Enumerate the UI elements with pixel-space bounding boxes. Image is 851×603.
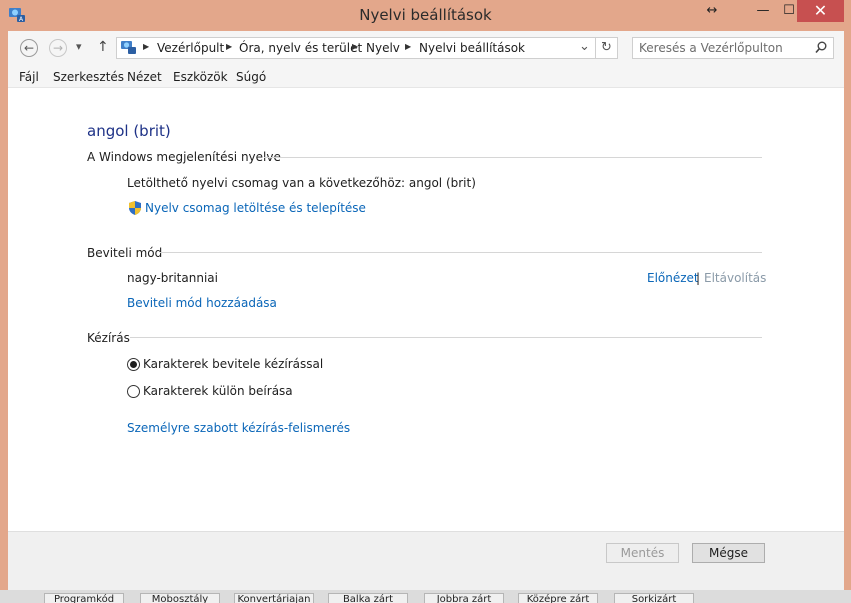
search-icon[interactable]	[815, 41, 827, 57]
resize-icon[interactable]: ↔	[700, 0, 724, 22]
content-frame: ← → ▾ ↑ ▶ Vezérlőpult ▶ Óra, nyelv és te…	[8, 31, 844, 590]
radio-label-freeform[interactable]: Karakterek bevitele kézírással	[143, 357, 323, 371]
background-task-item: Jobbra zárt	[424, 593, 504, 603]
input-method-section-title: Beviteli mód	[87, 246, 163, 260]
address-dropdown-icon[interactable]: ⌄	[579, 39, 590, 54]
menu-item-edit[interactable]: Szerkesztés	[53, 70, 124, 84]
preview-link[interactable]: Előnézet	[647, 271, 699, 285]
radio-single-character[interactable]	[127, 385, 140, 398]
close-button[interactable]: ✕	[797, 0, 844, 22]
background-task-item: Programkód	[44, 593, 124, 603]
breadcrumb-separator: ▶	[143, 42, 150, 51]
back-button[interactable]: ←	[20, 39, 38, 57]
add-input-method-link[interactable]: Beviteli mód hozzáadása	[127, 296, 277, 310]
address-input[interactable]: ▶ Vezérlőpult ▶ Óra, nyelv és terület ▶ …	[116, 37, 596, 59]
background-task-item: Mobosztály	[140, 593, 220, 603]
breadcrumb-item-language-options[interactable]: Nyelvi beállítások	[419, 41, 525, 55]
remove-link[interactable]: Eltávolítás	[704, 271, 766, 285]
forward-button[interactable]: →	[49, 39, 67, 57]
breadcrumb-item-clock-language-region[interactable]: Óra, nyelv és terület	[239, 41, 362, 55]
section-divider	[130, 337, 762, 338]
breadcrumb-separator: ▶	[352, 42, 359, 51]
page-title: angol (brit)	[87, 122, 171, 140]
handwriting-section-title: Kézírás	[87, 331, 130, 345]
recent-locations-dropdown[interactable]: ▾	[76, 40, 82, 53]
breadcrumb-item-language[interactable]: Nyelv	[366, 41, 400, 55]
language-options-window: A Nyelvi beállítások ↔ — ☐ ✕ ← → ▾ ↑ ▶ V…	[0, 0, 851, 590]
download-language-pack-link[interactable]: Nyelv csomag letöltése és telepítése	[145, 201, 366, 215]
menu-bar: Fájl Szerkesztés Nézet Eszközök Súgó	[8, 65, 844, 88]
background-task-item: Balka zárt	[328, 593, 408, 603]
address-bar: ← → ▾ ↑ ▶ Vezérlőpult ▶ Óra, nyelv és te…	[8, 31, 844, 65]
menu-item-view[interactable]: Nézet	[127, 70, 162, 84]
up-button[interactable]: ↑	[97, 39, 109, 55]
cancel-button[interactable]: Mégse	[692, 543, 765, 563]
background-task-item: Sorkizárt	[614, 593, 694, 603]
control-panel-icon	[120, 40, 138, 59]
radio-freeform-handwriting[interactable]	[127, 358, 140, 371]
search-input[interactable]	[639, 40, 809, 56]
language-pack-info: Letölthető nyelvi csomag van a következő…	[127, 176, 476, 190]
radio-label-single-character[interactable]: Karakterek külön beírása	[143, 384, 293, 398]
save-button[interactable]: Mentés	[606, 543, 679, 563]
main-panel: angol (brit) A Windows megjelenítési nye…	[8, 88, 844, 531]
section-divider	[160, 252, 762, 253]
minimize-button[interactable]: —	[750, 0, 776, 22]
breadcrumb-item-control-panel[interactable]: Vezérlőpult	[157, 41, 224, 55]
menu-item-file[interactable]: Fájl	[19, 70, 39, 84]
background-taskbar-strip: Programkód Mobosztály Konvertáriajan Bal…	[0, 590, 851, 603]
menu-item-help[interactable]: Súgó	[236, 70, 266, 84]
link-separator: |	[696, 271, 701, 285]
background-task-item: Középre zárt	[518, 593, 598, 603]
menu-item-tools[interactable]: Eszközök	[173, 70, 228, 84]
uac-shield-icon	[127, 200, 143, 219]
radio-selected-dot	[130, 361, 137, 368]
breadcrumb-separator: ▶	[405, 42, 412, 51]
section-divider	[264, 157, 762, 158]
refresh-button[interactable]: ↻	[596, 37, 618, 59]
display-language-section-title: A Windows megjelenítési nyelve	[87, 150, 281, 164]
background-task-item: Konvertáriajan	[234, 593, 314, 603]
title-bar[interactable]: A Nyelvi beállítások ↔ — ☐ ✕	[0, 0, 851, 30]
input-method-name: nagy-britanniai	[127, 271, 218, 285]
breadcrumb-separator: ▶	[226, 42, 233, 51]
personalize-handwriting-link[interactable]: Személyre szabott kézírás-felismerés	[127, 421, 350, 435]
search-box[interactable]	[632, 37, 834, 59]
dialog-footer: Mentés Mégse	[8, 531, 844, 590]
